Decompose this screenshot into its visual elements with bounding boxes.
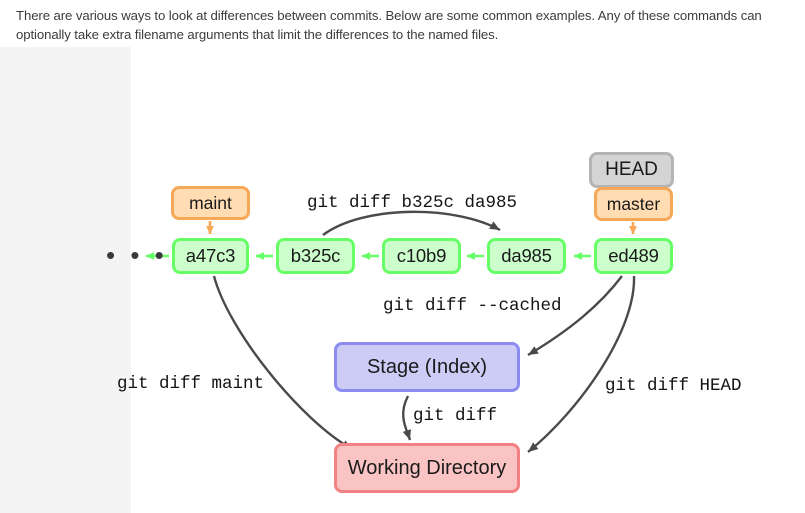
command-label-git-diff-b325c-da985: git diff b325c da985 [307, 193, 518, 213]
command-label-git-diff-maint: git diff maint [117, 374, 265, 394]
ref-box-maint[interactable]: maint [171, 186, 250, 220]
command-label-git-diff-head: git diff HEAD [605, 376, 742, 396]
arrow-a47c3-to-workdir [212, 275, 353, 451]
command-label-git-diff: git diff [413, 406, 498, 426]
commit-node-da985[interactable]: da985 [487, 238, 566, 274]
arrow-b325c-to-da985 [322, 210, 501, 236]
commit-node-ed489[interactable]: ed489 [594, 238, 673, 274]
commit-node-b325c[interactable]: b325c [276, 238, 355, 274]
stage-index-box[interactable]: Stage (Index) [334, 342, 520, 392]
command-label-git-diff-cached: git diff --cached [383, 296, 562, 316]
working-directory-box[interactable]: Working Directory [334, 443, 520, 493]
ref-pointer-arrows [206, 221, 637, 235]
diagram-page: There are various ways to look at differ… [0, 0, 805, 513]
ellipsis-older-commits: • • • [106, 240, 168, 270]
ref-box-master[interactable]: master [594, 187, 673, 221]
commit-node-a47c3[interactable]: a47c3 [172, 238, 249, 274]
arrow-stage-to-workdir [401, 395, 412, 441]
intro-paragraph: There are various ways to look at differ… [16, 8, 762, 42]
commit-node-c10b9[interactable]: c10b9 [382, 238, 461, 274]
